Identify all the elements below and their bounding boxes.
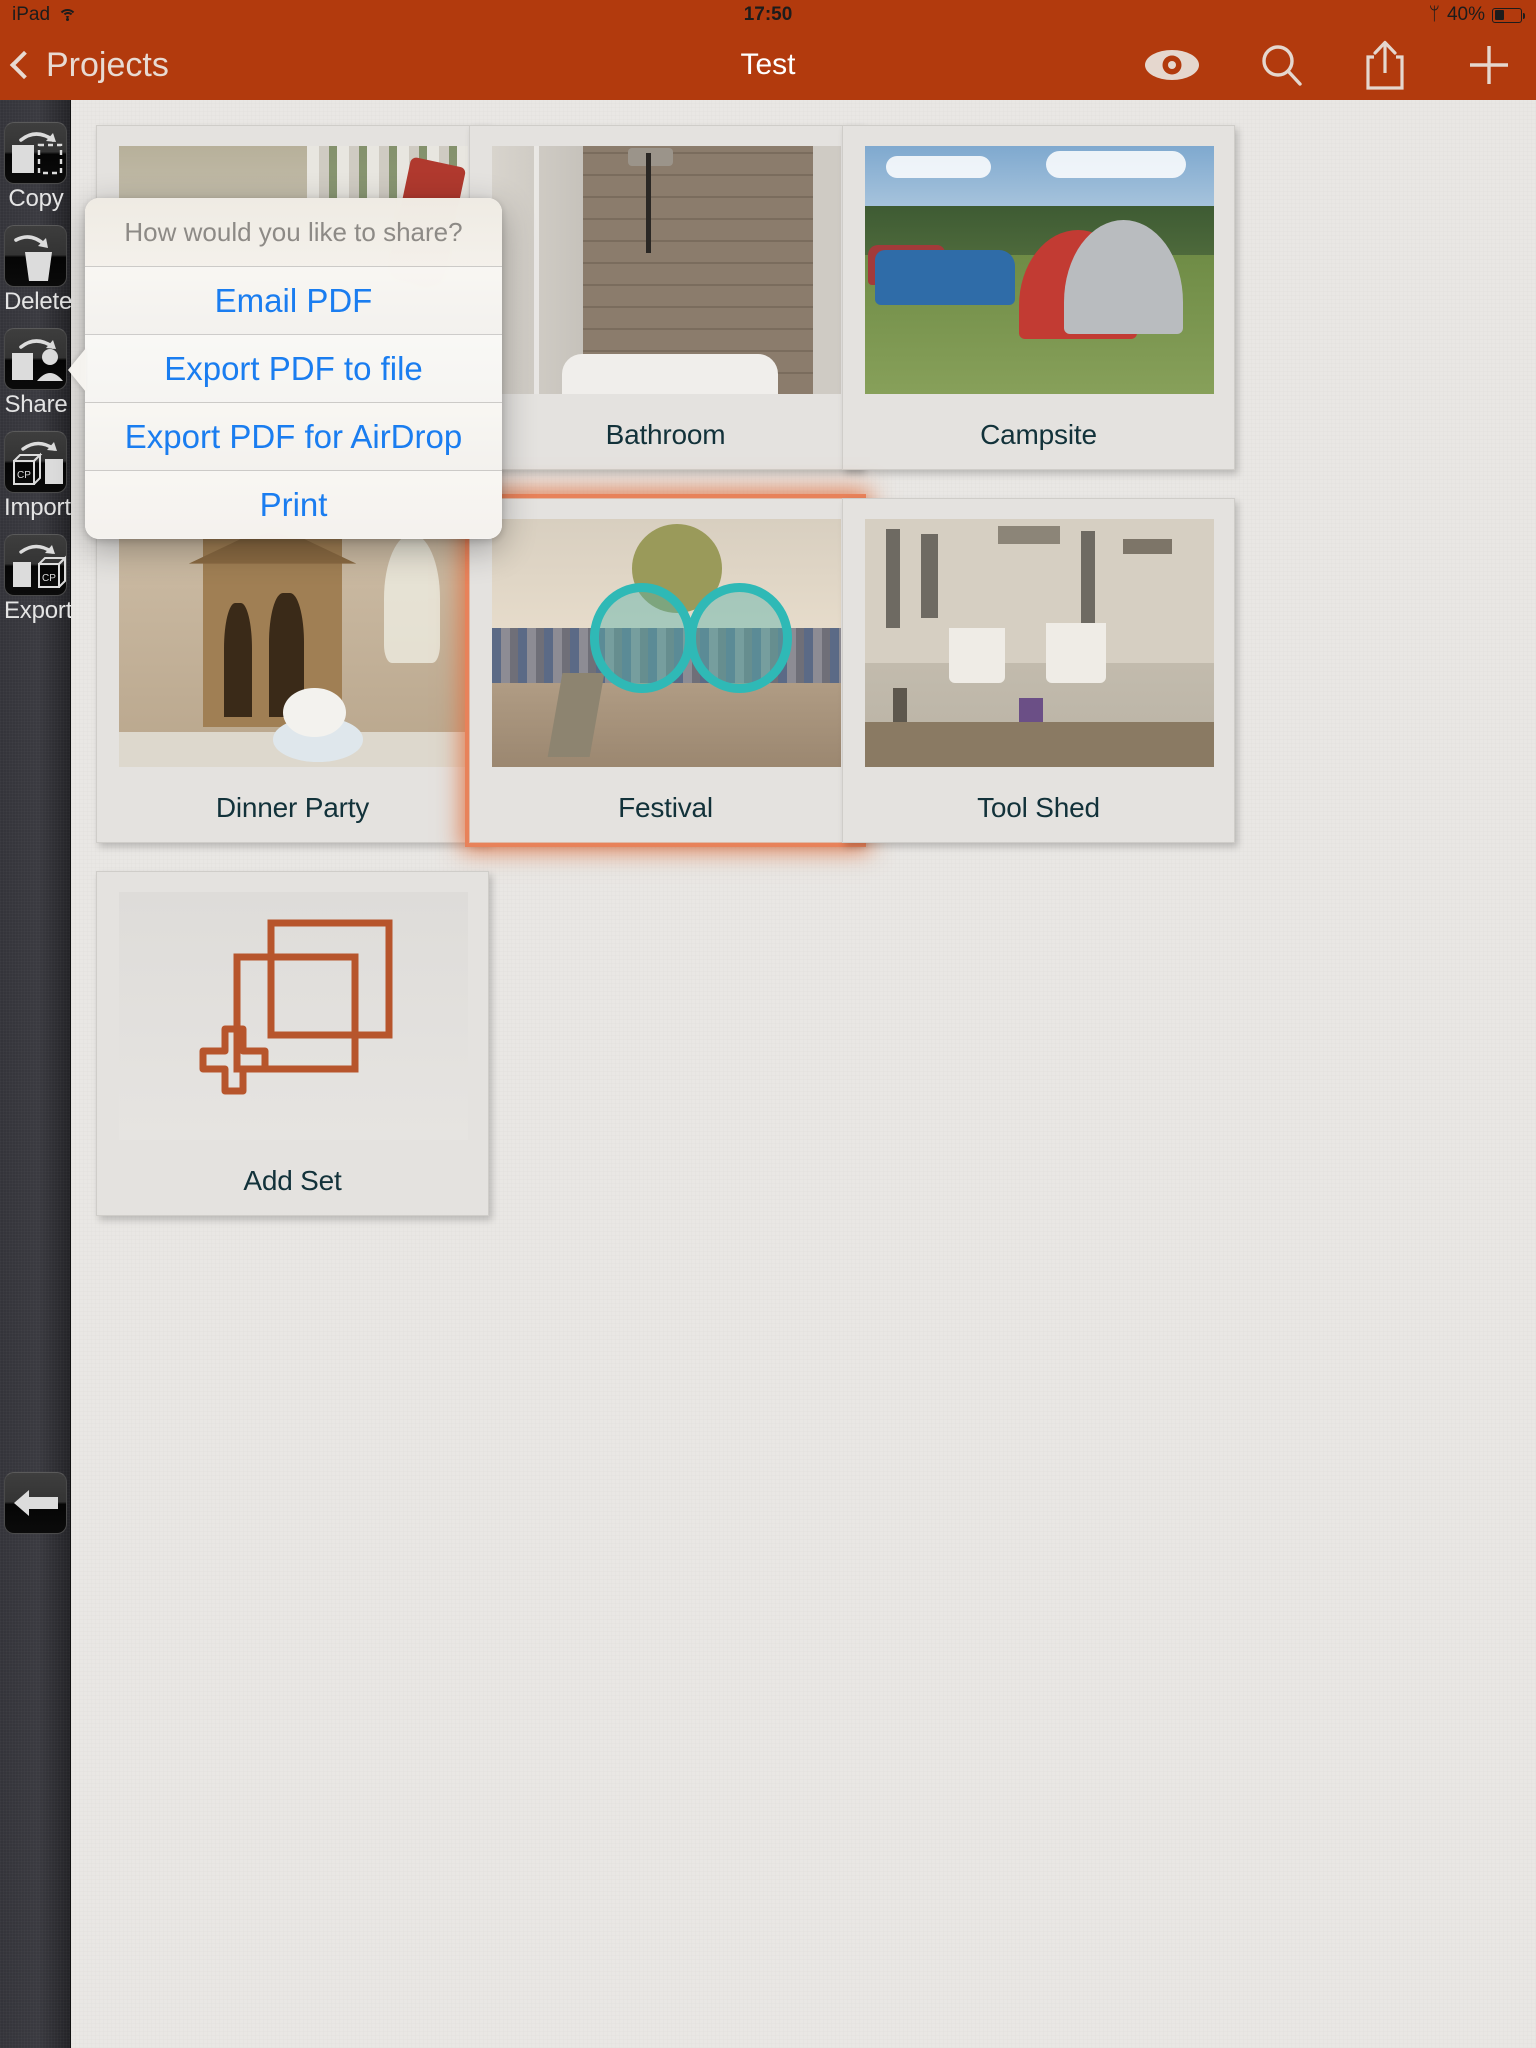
share-icon[interactable] — [1364, 39, 1406, 91]
battery-icon — [1492, 7, 1526, 23]
popover-title: How would you like to share? — [85, 198, 502, 266]
status-bar: iPad 17:50 ᛘ 40% — [0, 0, 1536, 30]
set-caption: Campsite — [980, 419, 1097, 450]
set-card[interactable]: Bathroom — [469, 125, 862, 470]
svg-text:CP: CP — [42, 573, 56, 584]
copy-icon — [4, 122, 67, 184]
set-caption: Festival — [618, 792, 713, 823]
popover-item-email-pdf[interactable]: Email PDF — [85, 266, 502, 334]
set-caption: Dinner Party — [215, 792, 370, 823]
sidebar-item-share[interactable]: Share — [4, 328, 68, 419]
sidebar-item-copy[interactable]: Copy — [4, 122, 68, 213]
set-caption: Tool Shed — [977, 792, 1100, 823]
import-box-icon: CP — [4, 431, 67, 493]
add-set-card[interactable]: Add Set — [96, 871, 489, 1216]
battery-percent: 40% — [1446, 4, 1485, 25]
add-set-icon — [199, 919, 392, 1095]
left-toolbar: Copy Delete Share CP Import CP Export — [0, 100, 73, 2048]
set-thumbnail — [865, 146, 1214, 394]
share-popover: How would you like to share? Email PDF E… — [85, 198, 502, 539]
export-box-icon: CP — [4, 534, 67, 596]
search-icon[interactable] — [1260, 43, 1304, 87]
set-card[interactable]: Tool Shed — [842, 498, 1235, 843]
add-set-thumbnail — [119, 892, 468, 1140]
navigation-bar: Projects Test — [0, 30, 1536, 100]
status-bar-time: 17:50 — [743, 4, 793, 25]
sidebar-item-export[interactable]: CP Export — [4, 534, 73, 625]
sidebar-item-label: Delete — [4, 288, 73, 315]
sidebar-item-import[interactable]: CP Import — [4, 431, 71, 522]
sidebar-item-label: Copy — [8, 185, 64, 212]
trash-icon — [4, 225, 67, 287]
status-bar-right: ᛘ 40% — [1428, 0, 1526, 30]
set-thumbnail — [119, 519, 468, 767]
set-caption: Add Set — [243, 1165, 342, 1196]
set-caption: Bathroom — [605, 419, 726, 450]
set-card[interactable]: Campsite — [842, 125, 1235, 470]
set-card[interactable]: Dinner Party — [96, 498, 489, 843]
back-arrow-button[interactable] — [4, 1472, 67, 1534]
set-thumbnail — [492, 519, 841, 767]
svg-text:CP: CP — [17, 470, 31, 481]
popover-item-export-pdf-to-file[interactable]: Export PDF to file — [85, 334, 502, 402]
share-person-icon — [4, 328, 67, 390]
set-thumbnail — [865, 519, 1214, 767]
plus-icon[interactable] — [1466, 42, 1512, 88]
arrow-left-icon — [13, 1490, 58, 1516]
sidebar-item-label: Share — [4, 391, 68, 418]
set-thumbnail — [492, 146, 841, 394]
popover-item-export-pdf-for-airdrop[interactable]: Export PDF for AirDrop — [85, 402, 502, 470]
sidebar-item-delete[interactable]: Delete — [4, 225, 73, 316]
popover-item-print[interactable]: Print — [85, 470, 502, 538]
sidebar-item-label: Export — [4, 597, 73, 624]
eye-icon[interactable] — [1144, 48, 1200, 82]
bluetooth-icon: ᛘ — [1428, 4, 1440, 25]
navigation-actions — [1144, 30, 1512, 100]
set-card[interactable]: Festival — [469, 498, 862, 843]
sidebar-item-label: Import — [4, 494, 71, 521]
